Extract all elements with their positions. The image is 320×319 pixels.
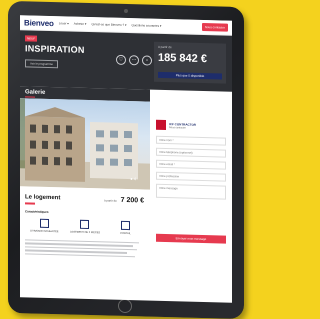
availability-button[interactable]: Plus que 5 disponible bbox=[158, 71, 222, 80]
contractor-block: ICF CONTRACTOR Nous contacter bbox=[156, 119, 226, 132]
price-value: 185 842 € bbox=[158, 52, 207, 65]
nav-louer[interactable]: Louer ▾ bbox=[59, 21, 69, 25]
feature-label: LOGEMENT DE 2 PIÈCES bbox=[69, 230, 101, 234]
logement-price: à partir de 7 200 € bbox=[104, 196, 144, 205]
main-content: Galerie ● 4 Le logement à partir de 7 20… bbox=[20, 86, 232, 266]
logement-price-value: 7 200 € bbox=[120, 196, 144, 205]
share-icons: ♡ ⋯ ▫ bbox=[116, 54, 152, 66]
feature-item: PORTAIL bbox=[109, 220, 143, 235]
nav-faq[interactable]: Questions courantes ▾ bbox=[132, 23, 162, 28]
photo-count-value: 4 bbox=[133, 176, 136, 182]
share-icon[interactable]: ⋯ bbox=[129, 55, 139, 66]
price-unit: € bbox=[200, 52, 207, 66]
email-field[interactable]: Votre email * bbox=[156, 159, 226, 170]
left-column: Galerie ● 4 Le logement à partir de 7 20… bbox=[20, 86, 150, 263]
nav-acheter[interactable]: Acheter ▾ bbox=[74, 22, 87, 26]
message-field[interactable]: Votre message bbox=[156, 183, 226, 200]
calendar-icon bbox=[39, 218, 49, 228]
building-photo[interactable]: ● 4 bbox=[20, 98, 150, 190]
description-text bbox=[20, 235, 150, 264]
contractor-logo bbox=[156, 119, 166, 131]
camera-dot bbox=[124, 8, 128, 14]
price-prefix: à partir de bbox=[104, 198, 117, 203]
galerie-title: Galerie bbox=[25, 89, 46, 96]
feature-item: LOGEMENT DE 2 PIÈCES bbox=[68, 219, 102, 234]
phone-field[interactable]: Votre téléphone (optionnel) bbox=[156, 147, 226, 158]
send-note bbox=[156, 244, 226, 246]
contact-button[interactable]: Nous contacter bbox=[201, 22, 228, 32]
tablet-frame: Bienveo Louer ▾ Acheter ▾ Qu'est-ce que … bbox=[8, 0, 244, 319]
page-title: INSPIRATION bbox=[25, 43, 85, 55]
price-amount: 185 842 bbox=[158, 51, 198, 65]
heart-icon[interactable]: ♡ bbox=[116, 54, 126, 65]
nav-about[interactable]: Qu'est-ce que Bienveo ? ▾ bbox=[91, 22, 126, 27]
status-badge: NEUF bbox=[25, 35, 38, 42]
program-button[interactable]: Voir le programme bbox=[25, 59, 58, 69]
contact-form: ICF CONTRACTOR Nous contacter Votre nom … bbox=[150, 90, 232, 266]
layers-icon bbox=[80, 219, 90, 229]
name-field[interactable]: Votre nom * bbox=[156, 135, 226, 146]
home-button[interactable] bbox=[118, 298, 132, 314]
profession-field[interactable]: Votre profession bbox=[156, 171, 226, 182]
photo-count: ● 4 bbox=[130, 176, 136, 182]
site-logo[interactable]: Bienveo bbox=[24, 18, 54, 28]
price-card: A partir de 185 842 € Plus que 5 disponi… bbox=[154, 41, 226, 84]
logement-section: Le logement à partir de 7 200 € bbox=[20, 186, 150, 207]
feature-label: LIVRAISON SOUHAITÉE bbox=[30, 228, 59, 233]
send-button[interactable]: Envoyer mon message bbox=[156, 233, 226, 244]
screen: Bienveo Louer ▾ Acheter ▾ Qu'est-ce que … bbox=[20, 15, 232, 303]
feature-label: PORTAIL bbox=[120, 231, 131, 235]
program-band: NEUF INSPIRATION Voir le programme ♡ ⋯ ▫… bbox=[20, 30, 232, 92]
feature-item: LIVRAISON SOUHAITÉE bbox=[27, 218, 61, 233]
price-label: A partir de bbox=[158, 44, 172, 50]
print-icon[interactable]: ▫ bbox=[142, 55, 152, 66]
building-icon bbox=[121, 220, 131, 230]
